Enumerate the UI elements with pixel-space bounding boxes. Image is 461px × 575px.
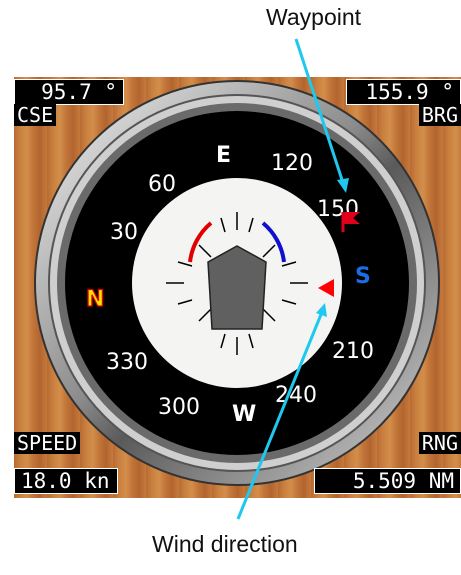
cardinal-south: S	[355, 264, 371, 289]
degree-label-30: 30	[110, 220, 138, 245]
speed-label: SPEED	[14, 432, 81, 454]
range-value: 5.509 NM	[314, 468, 461, 494]
degree-label-300: 300	[158, 395, 200, 420]
degree-label-60: 60	[148, 172, 176, 197]
range-label: RNG	[418, 432, 461, 454]
speed-value: 18.0 kn	[14, 468, 118, 494]
course-value: 95.7 °	[14, 79, 124, 105]
degree-label-240: 240	[275, 383, 317, 408]
bearing-label: BRG	[418, 104, 461, 126]
cardinal-west: W	[232, 402, 256, 427]
course-label: CSE	[14, 104, 57, 126]
cardinal-east: E	[216, 143, 231, 168]
bearing-value: 155.9 °	[346, 79, 461, 105]
degree-label-330: 330	[106, 350, 148, 375]
boat-icon	[207, 245, 267, 330]
cardinal-north: N	[86, 287, 104, 312]
degree-label-120: 120	[271, 151, 313, 176]
degree-label-210: 210	[332, 339, 374, 364]
